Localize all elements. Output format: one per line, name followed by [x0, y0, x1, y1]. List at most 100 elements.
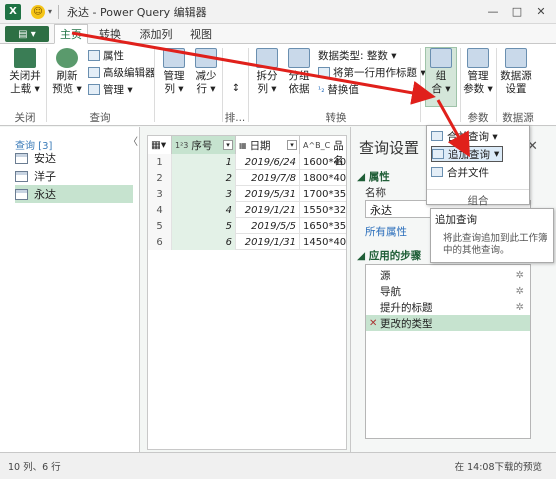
maximize-button[interactable]: □	[506, 2, 528, 20]
tab-home[interactable]: 主页	[54, 24, 88, 44]
cell-product[interactable]: 1700*350*	[300, 186, 346, 202]
properties-section-title[interactable]: ◢ 属性	[357, 169, 390, 184]
replace-values-button[interactable]: ¹₂ 替换值	[318, 82, 359, 97]
cell-seq[interactable]: 5	[172, 218, 236, 234]
step-source[interactable]: 源 ✲	[366, 267, 530, 283]
cell-date[interactable]: 2019/1/21	[236, 202, 300, 218]
properties-button[interactable]: 属性	[88, 48, 124, 63]
append-queries-dropdown-icon[interactable]: ▾	[494, 148, 499, 160]
title-bar: X ☺ ▾ 永达 - Power Query 编辑器 — □ ✕	[0, 0, 556, 24]
query-item-yongda[interactable]: 永达	[15, 185, 133, 203]
manage-columns-button[interactable]: 管理 列 ▾	[158, 48, 190, 96]
row-number[interactable]: 3	[148, 186, 172, 202]
step-settings-gear-icon[interactable]: ✲	[516, 302, 524, 313]
quick-access-dropdown-icon[interactable]: ▾	[48, 7, 52, 16]
cell-product[interactable]: 1600*400*	[300, 154, 346, 170]
cell-date[interactable]: 2019/7/8	[236, 170, 300, 186]
cell-date[interactable]: 2019/5/31	[236, 186, 300, 202]
row-number[interactable]: 5	[148, 218, 172, 234]
combine-button[interactable]: 组 合 ▾	[425, 48, 457, 96]
table-icon	[15, 152, 28, 164]
tab-view[interactable]: 视图	[184, 24, 218, 44]
merge-queries-label: 合并查询 ▾	[447, 130, 498, 143]
split-column-button[interactable]: 拆分 列 ▾	[252, 48, 282, 96]
sort-icon: ↕	[231, 83, 241, 94]
cell-date[interactable]: 2019/1/31	[236, 234, 300, 250]
append-queries-label: 追加查询	[448, 148, 490, 161]
tooltip-description: 将此查询追加到此工作簿中的其他查询。	[443, 233, 548, 256]
query-settings-title: 查询设置	[359, 139, 420, 157]
data-grid: ▦▾ 1²3序号▾ ▦日期▾ A^B_C产品名 112019/6/241600*…	[147, 135, 347, 450]
data-type-dropdown[interactable]: 数据类型: 整数 ▾	[318, 48, 396, 63]
close-window-button[interactable]: ✕	[530, 2, 552, 20]
delete-step-icon[interactable]: ✕	[369, 318, 377, 329]
cell-seq[interactable]: 1	[172, 154, 236, 170]
advanced-editor-button[interactable]: 高级编辑器	[88, 65, 156, 80]
grid-corner-menu[interactable]: ▦▾	[148, 136, 172, 154]
filter-dropdown-icon[interactable]: ▾	[223, 140, 233, 150]
integer-type-icon[interactable]: 1²3	[175, 141, 188, 150]
collapse-queries-icon[interactable]: 〈	[128, 133, 138, 148]
smiley-icon[interactable]: ☺	[31, 4, 45, 19]
table-icon	[15, 170, 28, 182]
append-queries-item[interactable]: 追加查询 ▾	[431, 146, 504, 162]
cell-date[interactable]: 2019/6/24	[236, 154, 300, 170]
table-row: 332019/5/311700*350*	[148, 186, 346, 202]
file-menu-button[interactable]: ▤ ▾	[5, 26, 49, 42]
cell-seq[interactable]: 4	[172, 202, 236, 218]
tab-transform[interactable]: 转换	[92, 24, 128, 44]
table-row: 552019/5/51650*350*	[148, 218, 346, 234]
date-type-icon[interactable]: ▦	[239, 141, 247, 150]
manage-parameters-button[interactable]: 管理 参数 ▾	[462, 48, 494, 96]
minimize-button[interactable]: —	[482, 2, 504, 20]
row-number[interactable]: 4	[148, 202, 172, 218]
step-promoted-headers[interactable]: 提升的标题 ✲	[366, 299, 530, 315]
step-settings-gear-icon[interactable]: ✲	[516, 286, 524, 297]
group-label-datasource: 数据源	[502, 112, 534, 124]
reduce-rows-label: 减少 行 ▾	[195, 70, 217, 95]
applied-steps-title[interactable]: ◢ 应用的步骤	[357, 248, 421, 263]
tab-add-column[interactable]: 添加列	[134, 24, 178, 44]
cell-product[interactable]: 1550*320*	[300, 202, 346, 218]
step-settings-gear-icon[interactable]: ✲	[516, 270, 524, 281]
close-apply-button[interactable]: 关闭并 上载 ▾	[6, 48, 44, 96]
refresh-icon	[56, 48, 78, 68]
step-changed-type[interactable]: ✕ 更改的类型	[366, 315, 530, 331]
reduce-rows-button[interactable]: 减少 行 ▾	[192, 48, 220, 96]
manage-button[interactable]: 管理 ▾	[88, 82, 133, 97]
query-item-yangzi[interactable]: 洋子	[15, 167, 133, 185]
cell-date[interactable]: 2019/5/5	[236, 218, 300, 234]
cell-seq[interactable]: 3	[172, 186, 236, 202]
merge-queries-item[interactable]: 合并查询 ▾	[431, 128, 498, 144]
row-number[interactable]: 2	[148, 170, 172, 186]
step-navigation[interactable]: 导航 ✲	[366, 283, 530, 299]
cell-product[interactable]: 1800*400*	[300, 170, 346, 186]
column-header-seq[interactable]: 1²3 序号 ▾	[172, 136, 236, 154]
use-first-row-label: 将第一行用作标题 ▾	[333, 67, 426, 79]
split-column-label: 拆分 列 ▾	[256, 70, 278, 95]
cell-product[interactable]: 1650*350*	[300, 218, 346, 234]
filter-dropdown-icon[interactable]: ▾	[287, 140, 297, 150]
cell-seq[interactable]: 6	[172, 234, 236, 250]
group-by-button[interactable]: 分组 依据	[284, 48, 314, 96]
replace-values-icon: ¹₂	[318, 85, 325, 94]
combine-files-item[interactable]: 合并文件	[431, 164, 489, 180]
replace-values-label: 替换值	[327, 84, 359, 96]
cell-product[interactable]: 1450*400*	[300, 234, 346, 250]
use-first-row-button[interactable]: 将第一行用作标题 ▾	[318, 65, 426, 80]
refresh-preview-button[interactable]: 刷新 预览 ▾	[50, 48, 84, 96]
row-number[interactable]: 6	[148, 234, 172, 250]
column-header-date[interactable]: ▦ 日期 ▾	[236, 136, 300, 154]
manage-columns-label: 管理 列 ▾	[163, 70, 185, 95]
column-header-product[interactable]: A^B_C产品名	[300, 136, 346, 167]
text-type-icon[interactable]: A^B_C	[303, 141, 330, 150]
sort-button[interactable]: ↕	[226, 82, 246, 95]
group-by-label: 分组 依据	[288, 70, 310, 95]
table-row: 442019/1/211550*320*	[148, 202, 346, 218]
combine-icon	[430, 48, 452, 68]
data-source-settings-button[interactable]: 数据源 设置	[498, 48, 534, 96]
all-properties-link[interactable]: 所有属性	[365, 224, 407, 239]
cell-seq[interactable]: 2	[172, 170, 236, 186]
row-number[interactable]: 1	[148, 154, 172, 170]
query-item-anda[interactable]: 安达	[15, 149, 133, 167]
